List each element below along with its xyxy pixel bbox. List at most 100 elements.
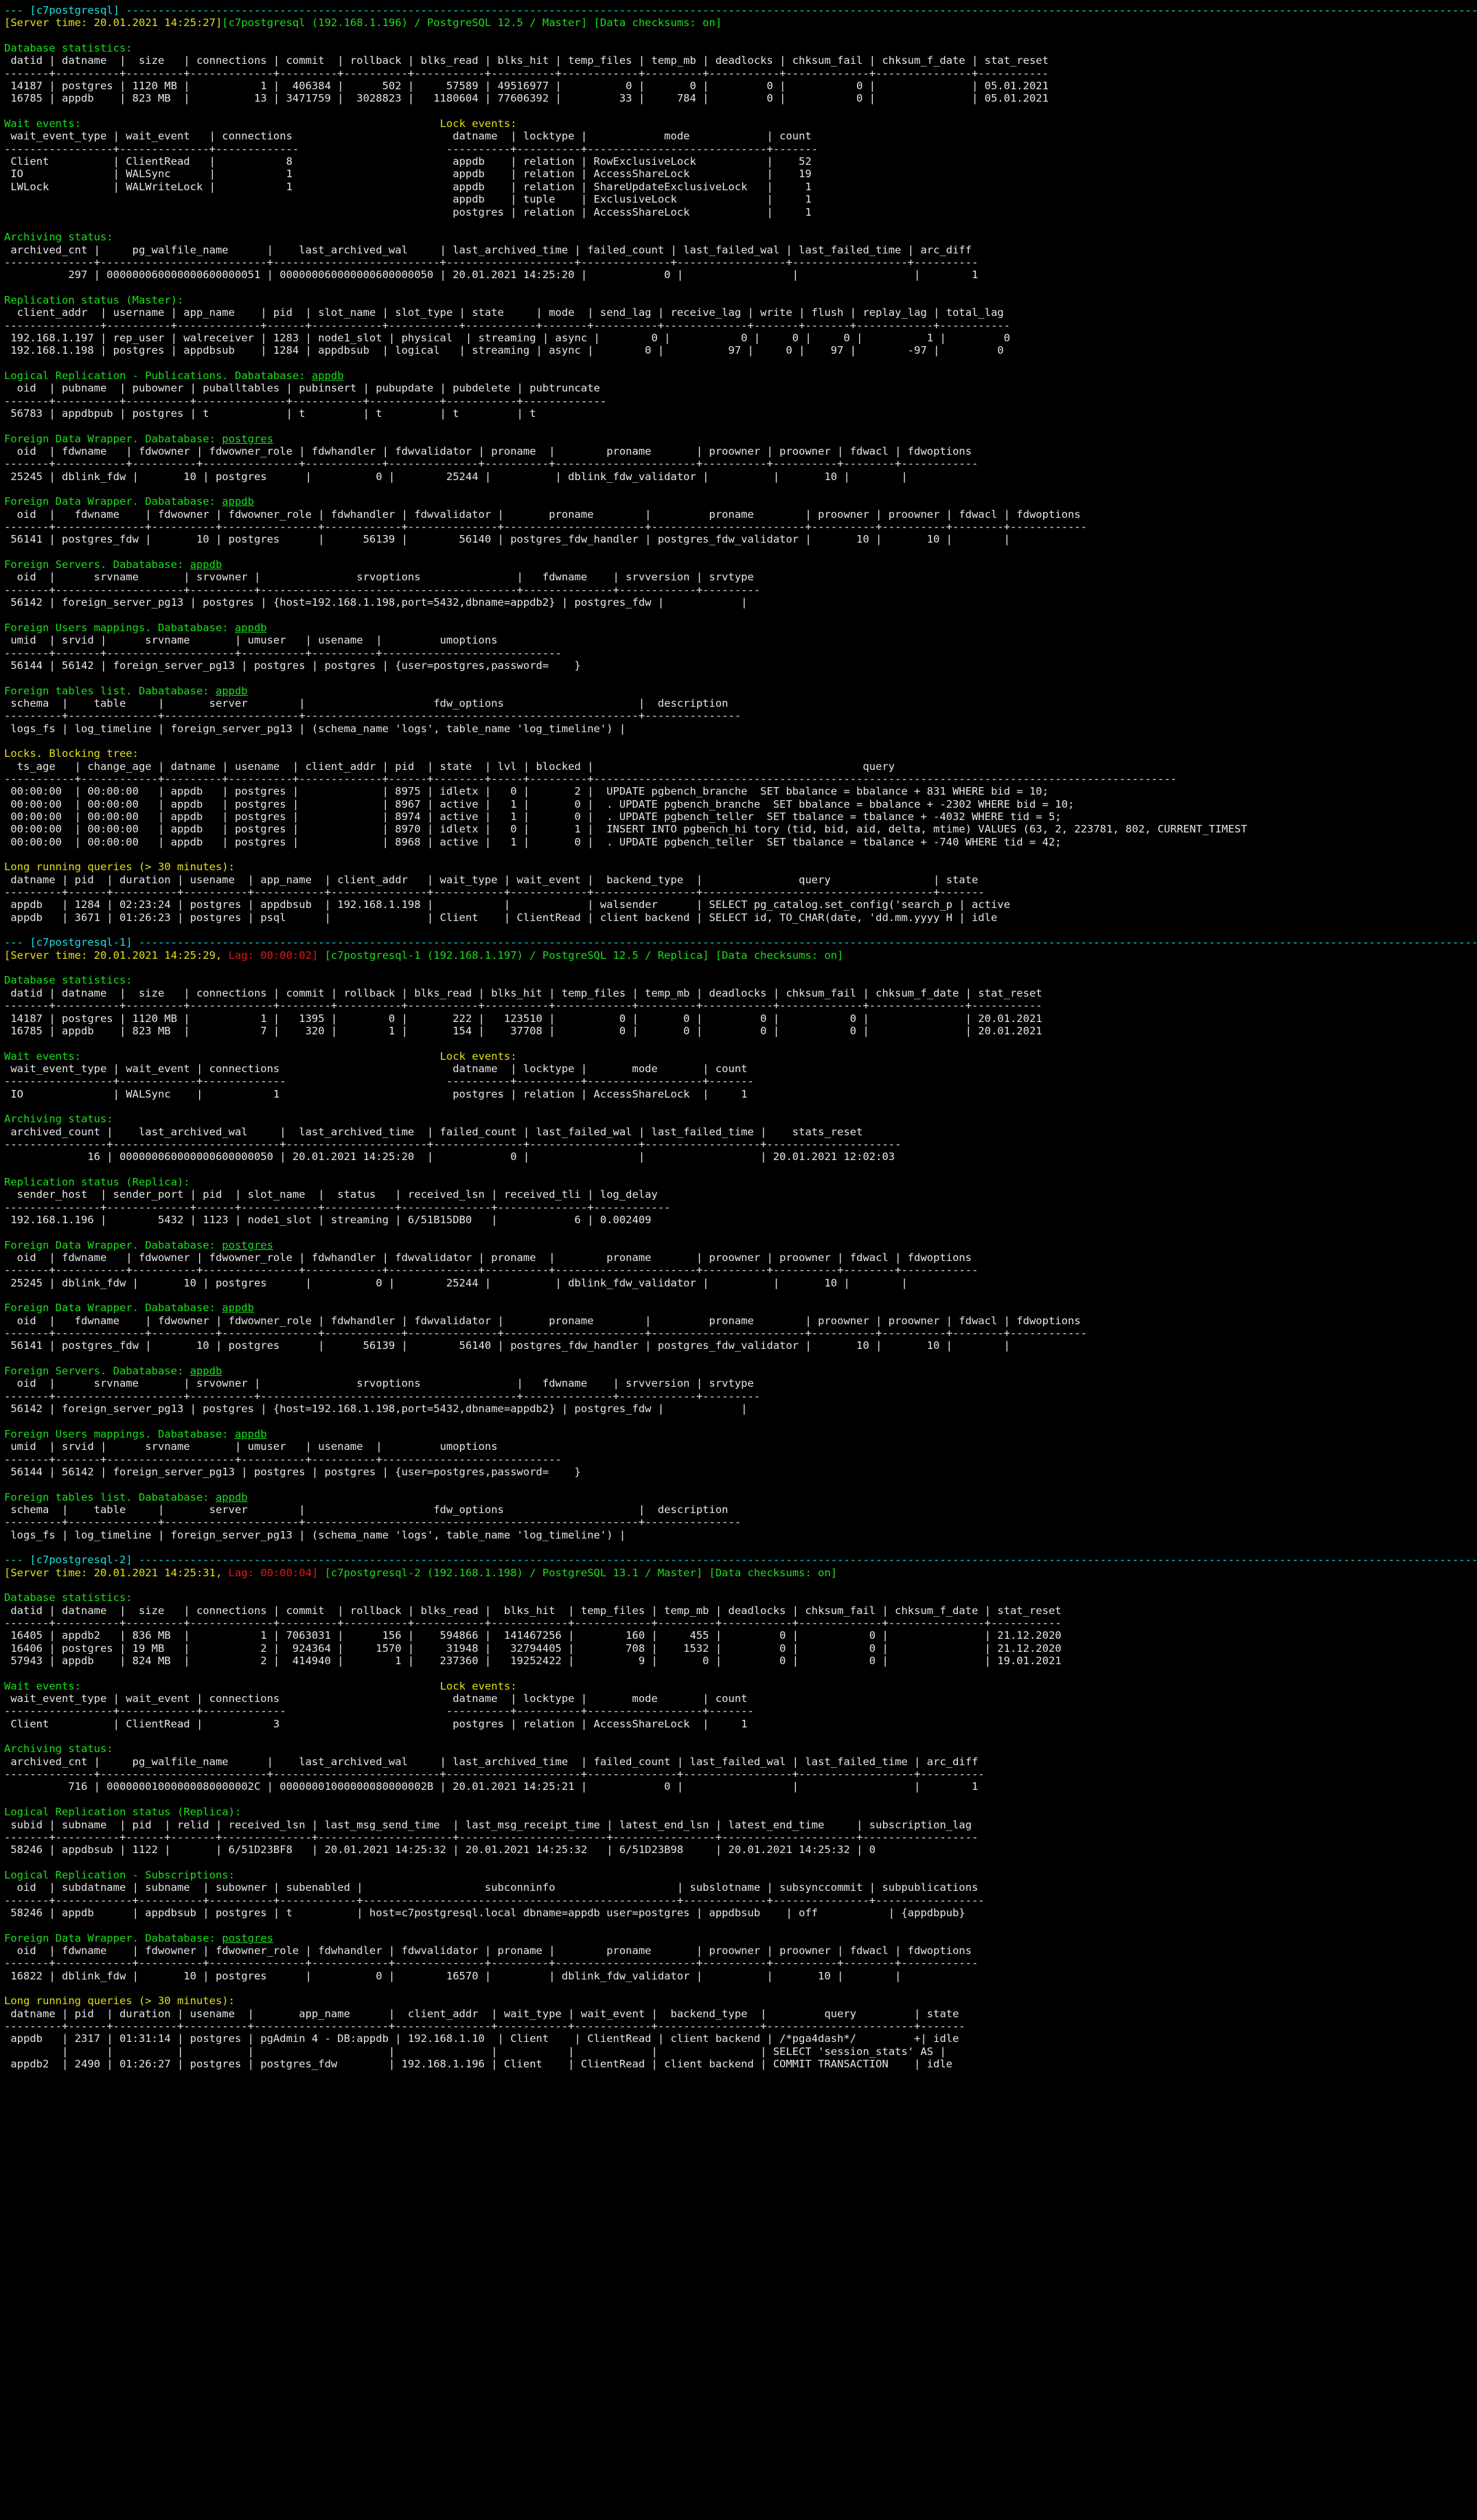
- blank-line: [4, 1730, 1477, 1743]
- table-row: appdb | 3671 | 01:26:23 | postgres | psq…: [4, 911, 1477, 924]
- blank-line: [4, 1541, 1477, 1554]
- table-divider-text: ---------------+-------------+------+---…: [4, 1201, 671, 1214]
- section-title-part: appdb: [190, 558, 222, 571]
- terminal-screen: --- [c7postgresql] ---------------------…: [0, 0, 1477, 2083]
- section-title-part: appdb: [216, 1491, 248, 1503]
- table-row-text: 14187 | postgres | 1120 MB | 1 | 406384 …: [4, 80, 1049, 92]
- table-header: datname | pid | duration | usename | app…: [4, 874, 1477, 886]
- section-title-line: Foreign Servers. Dabatabase: appdb: [4, 558, 1477, 571]
- table-row: 192.168.1.197 | rep_user | walreceiver |…: [4, 332, 1477, 344]
- section-title-line: Wait events: Lock events:: [4, 117, 1477, 130]
- table-header: datid | datname | size | connections | c…: [4, 1604, 1477, 1617]
- table-row: | | | | | | | | | SELECT 'session_stats'…: [4, 2045, 1477, 2058]
- table-row: 00:00:00 | 00:00:00 | appdb | postgres |…: [4, 823, 1477, 835]
- section-title-part: Foreign tables list. Dabatabase:: [4, 1491, 216, 1503]
- table-divider-text: ---------+------+----------+----------+-…: [4, 2020, 965, 2032]
- table-header-text: oid | fdwname | fdwowner | fdwowner_role…: [4, 445, 972, 457]
- table-divider: -------+------------+----------+--------…: [4, 1957, 1477, 1969]
- table-header-text: datname | pid | duration | usename | app…: [4, 2008, 959, 2020]
- table-divider-text: -----------------+--------------+-------…: [4, 143, 818, 155]
- section-title-line: Foreign Users mappings. Dabatabase: appd…: [4, 622, 1477, 634]
- section-title-line: Foreign Data Wrapper. Dabatabase: appdb: [4, 1302, 1477, 1314]
- table-row-text: 25245 | dblink_fdw | 10 | postgres | 0 |…: [4, 1277, 908, 1289]
- table-divider-text: -------+----------+----------+----------…: [4, 395, 606, 407]
- table-header-text: archived_cnt | pg_walfile_name | last_ar…: [4, 244, 972, 256]
- spacer: [81, 1680, 440, 1692]
- section-title-part: Foreign Users mappings. Dabatabase:: [4, 622, 235, 634]
- table-header-text: umid | srvid | srvname | umuser | usenam…: [4, 1440, 498, 1453]
- section-title-line: Logical Replication - Publications. Daba…: [4, 370, 1477, 382]
- table-row: 16406 | postgres | 19 MB | 2 | 924364 | …: [4, 1642, 1477, 1655]
- section-title-line: Wait events: Lock events:: [4, 1680, 1477, 1692]
- section-title-line: Foreign tables list. Dabatabase: appdb: [4, 1491, 1477, 1503]
- table-divider-text: ---------+--------------+---------------…: [4, 1516, 741, 1528]
- section-title-line: Database statistics:: [4, 42, 1477, 54]
- blank-line: [4, 1416, 1477, 1428]
- table-row: 25245 | dblink_fdw | 10 | postgres | 0 |…: [4, 470, 1477, 483]
- table-row: appdb | tuple | ExclusiveLock | 1: [4, 193, 1477, 205]
- table-row: logs_fs | log_timeline | foreign_server_…: [4, 1529, 1477, 1541]
- section-title-line: Archiving status:: [4, 231, 1477, 243]
- section-title-part: Foreign Data Wrapper. Dabatabase:: [4, 1932, 222, 1944]
- section-title-line: Locks. Blocking tree:: [4, 747, 1477, 760]
- section-side-title: Lock events:: [440, 1680, 517, 1692]
- table-divider-text: -------+-----------+----------+---------…: [4, 1264, 978, 1276]
- table-row-text: logs_fs | log_timeline | foreign_server_…: [4, 1529, 626, 1541]
- section-title: Archiving status:: [4, 1113, 113, 1125]
- table-divider-text: -------+--------------+----------+------…: [4, 521, 1087, 533]
- section-title-part: appdb: [312, 370, 344, 382]
- section-title: Replication status (Replica):: [4, 1176, 190, 1188]
- blank-line: [4, 1100, 1477, 1113]
- table-divider-text: -----------------+------------+---------…: [4, 1705, 754, 1717]
- table-header-text: oid | fdwname | fdwowner | fdwowner_role…: [4, 508, 1081, 521]
- table-row: 16785 | appdb | 823 MB | 13 | 3471759 | …: [4, 92, 1477, 104]
- table-divider: -------+----------+---------+-----------…: [4, 999, 1477, 1012]
- section-title: Logical Replication status (Replica):: [4, 1806, 241, 1818]
- section-title: Database statistics:: [4, 1591, 133, 1604]
- section-title-part: Foreign Servers. Dabatabase:: [4, 1365, 190, 1377]
- table-row: 297 | 000000060000000600000051 | 0000000…: [4, 269, 1477, 281]
- table-header: oid | fdwname | fdwowner | fdwowner_role…: [4, 1944, 1477, 1957]
- section-title-line: Foreign Data Wrapper. Dabatabase: postgr…: [4, 1932, 1477, 1944]
- section-side-title: Lock events:: [440, 117, 517, 130]
- section-side-title: Lock events:: [440, 1050, 517, 1063]
- table-header-text: oid | subdatname | subname | subowner | …: [4, 1881, 978, 1894]
- section-title-line: Logical Replication status (Replica):: [4, 1806, 1477, 1818]
- section-title-line: Archiving status:: [4, 1113, 1477, 1125]
- table-row-text: 25245 | dblink_fdw | 10 | postgres | 0 |…: [4, 470, 908, 483]
- table-row-text: Client | ClientRead | 8 appdb | relation…: [4, 155, 812, 168]
- table-row: 56783 | appdbpub | postgres | t | t | t …: [4, 407, 1477, 420]
- table-row-text: 16 | 000000060000000600000050 | 20.01.20…: [4, 1150, 895, 1163]
- section-title-part: postgres: [222, 433, 273, 445]
- table-row-text: 16785 | appdb | 823 MB | 13 | 3471759 | …: [4, 92, 1049, 104]
- table-row: 192.168.1.198 | postgres | appdbsub | 12…: [4, 344, 1477, 356]
- table-row: Client | ClientRead | 3 postgres | relat…: [4, 1718, 1477, 1730]
- blank-line: [4, 1857, 1477, 1869]
- section-title-part: Foreign Data Wrapper. Dabatabase:: [4, 1239, 222, 1251]
- table-header: oid | fdwname | fdwowner | fdwowner_role…: [4, 508, 1477, 521]
- blank-line: [4, 2070, 1477, 2082]
- blank-line: [4, 962, 1477, 974]
- blank-line: [4, 1667, 1477, 1679]
- host-banner: --- [c7postgresql-2] -------------------…: [4, 1554, 1477, 1566]
- section-title-line: Wait events: Lock events:: [4, 1050, 1477, 1063]
- host-banner-label: --- [c7postgresql-1]: [4, 936, 139, 949]
- table-row-text: 16405 | appdb2 | 836 MB | 1 | 7063031 | …: [4, 1629, 1062, 1642]
- table-divider-text: ---------+--------------+---------------…: [4, 710, 741, 722]
- table-row-text: 14187 | postgres | 1120 MB | 1 | 1395 | …: [4, 1012, 1042, 1025]
- table-row-text: 56144 | 56142 | foreign_server_pg13 | po…: [4, 1466, 581, 1478]
- table-row: appdb | 1284 | 02:23:24 | postgres | app…: [4, 898, 1477, 911]
- table-row-text: 192.168.1.197 | rep_user | walreceiver |…: [4, 332, 1010, 344]
- table-row: 56142 | foreign_server_pg13 | postgres |…: [4, 596, 1477, 609]
- table-row-text: appdb | 1284 | 02:23:24 | postgres | app…: [4, 898, 1010, 911]
- table-header-text: datname | pid | duration | usename | app…: [4, 874, 978, 886]
- table-divider-text: -------+----------+---------+-----------…: [4, 999, 1042, 1012]
- blank-line: [4, 1982, 1477, 1995]
- section-title-line: Foreign tables list. Dabatabase: appdb: [4, 685, 1477, 697]
- host-banner-rule: ----------------------------------------…: [126, 4, 1477, 16]
- table-header-text: oid | srvname | srvowner | srvoptions | …: [4, 571, 754, 583]
- section-title: Long running queries (> 30 minutes):: [4, 861, 235, 873]
- section-title-line: Foreign Data Wrapper. Dabatabase: postgr…: [4, 433, 1477, 445]
- table-divider: -----------------+------------+---------…: [4, 1075, 1477, 1087]
- table-row: appdb2 | 2490 | 01:26:27 | postgres | po…: [4, 2058, 1477, 2070]
